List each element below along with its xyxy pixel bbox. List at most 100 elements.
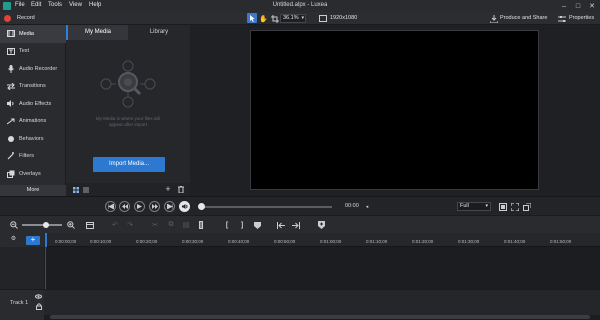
playback-scrubber[interactable] [202,206,332,208]
microphone-icon [6,64,15,73]
sidebar-item-audio-effects[interactable]: Audio Effects [0,95,66,113]
zoom-out-icon[interactable] [9,220,19,230]
behaviors-icon [6,135,15,143]
sidebar-item-label: Overlays [19,170,41,177]
resolution-icon[interactable] [318,14,327,23]
sidebar-item-filters[interactable]: Filters [0,148,66,166]
more-tools-button[interactable]: More [0,185,66,196]
maximize-button[interactable]: □ [571,0,585,12]
fit-screen-icon[interactable] [498,202,507,211]
ruler-gutter: ⚙ + [0,233,44,247]
import-media-button[interactable]: Import Media... [93,157,165,172]
sidebar-item-overlays[interactable]: Overlays [0,165,66,183]
sidebar-item-media[interactable]: Media [0,25,66,43]
timeline-horizontal-scrollbar[interactable] [50,315,590,319]
add-icon[interactable]: + [164,185,172,194]
step-back-icon[interactable] [105,201,116,212]
time-tick: 0:01:10;00 [366,239,388,244]
media-footer: + [66,183,190,196]
close-button[interactable]: ✕ [585,0,599,12]
add-marker-icon[interactable] [316,220,326,230]
go-to-end-icon[interactable] [291,220,301,230]
track-settings-icon[interactable]: ⚙ [10,235,17,242]
scrubber-handle[interactable] [198,203,205,210]
menu-tools[interactable]: Tools [48,2,62,8]
share-icon[interactable] [489,14,498,23]
record-button[interactable]: Record [4,14,44,23]
zoom-in-icon[interactable] [66,220,76,230]
split-icon[interactable] [196,220,206,230]
sidebar-item-label: Transitions [19,83,46,90]
properties-icon[interactable] [557,14,566,23]
sidebar-item-text[interactable]: Text [0,43,66,61]
undo-icon[interactable]: ↶ [110,220,120,230]
animation-arrow-icon [6,118,15,125]
trash-icon[interactable] [177,185,185,193]
rewind-icon[interactable] [119,201,130,212]
chevron-down-icon: ▾ [485,203,488,209]
media-placeholder-icon [98,58,158,110]
menu-edit[interactable]: Edit [31,2,41,8]
film-icon [6,30,15,38]
menu-view[interactable]: View [69,2,82,8]
sidebar-item-audio-recorder[interactable]: Audio Recorder [0,60,66,78]
time-tick: 0:01:20;00 [412,239,434,244]
paste-icon[interactable]: ▤ [181,220,191,230]
select-tool-button[interactable] [247,13,257,23]
properties-button[interactable]: Properties [569,15,594,21]
mark-in-icon[interactable]: [ [222,220,232,230]
mark-out-icon[interactable]: ] [237,220,247,230]
track-header[interactable]: Track 1 [0,289,44,320]
canvas-resolution[interactable]: 1920x1080 [330,15,357,21]
time-tick: 0:00:30;00 [182,239,204,244]
time-tick: 0:01:30;00 [458,239,480,244]
pan-tool-icon[interactable]: ✋ [259,14,268,23]
sidebar-item-behaviors[interactable]: Behaviors [0,130,66,148]
sidebar-item-label: Filters [19,153,34,160]
timeline-zoom-slider[interactable] [22,224,62,226]
list-view-icon[interactable] [82,186,89,193]
title-bar: File Edit Tools View Help Untitled.alpx … [0,0,600,12]
time-tick: 0:01:50;00 [550,239,572,244]
playhead[interactable] [45,233,47,247]
copy-icon[interactable]: ⧉ [166,220,176,230]
marker-icon[interactable] [252,220,262,230]
overlays-icon [6,170,15,178]
zoom-slider-handle[interactable] [43,222,49,228]
time-tick: 0:00:20;00 [136,239,158,244]
eye-icon[interactable] [35,293,42,299]
fast-forward-icon[interactable] [149,201,160,212]
menu-help[interactable]: Help [89,2,101,8]
sidebar-item-transitions[interactable]: Transitions [0,78,66,96]
crop-tool-icon[interactable] [270,14,279,23]
timeline-ruler[interactable]: ⚙ + 0:00:00;00 0:00:10;00 0:00:20;00 0:0… [0,233,600,247]
go-to-start-icon[interactable] [276,220,286,230]
empty-track-gutter [0,247,44,289]
cut-icon[interactable]: ✂ [150,220,160,230]
step-forward-icon[interactable] [164,201,175,212]
track-lane[interactable] [44,289,600,315]
grid-view-icon[interactable] [72,186,79,193]
produce-share-button[interactable]: Produce and Share [500,15,547,21]
time-readout: 00:00 [345,203,359,209]
time-options-icon[interactable]: ◂ [364,204,370,210]
menu-file[interactable]: File [15,2,25,8]
tab-my-media[interactable]: My Media [66,25,128,40]
preview-quality-select[interactable]: Full ▾ [457,202,491,211]
playback-controls: 00:00 ◂ Full ▾ [0,196,600,215]
redo-icon[interactable]: ↷ [125,220,135,230]
volume-icon[interactable] [179,201,190,212]
fit-timeline-icon[interactable] [85,220,95,230]
video-preview-canvas[interactable] [250,30,539,190]
time-tick: 0:01:40;00 [504,239,526,244]
add-track-button[interactable]: + [26,236,40,245]
fullscreen-icon[interactable] [510,202,519,211]
detach-canvas-icon[interactable] [522,202,531,211]
play-icon[interactable] [134,201,145,212]
sidebar-item-label: Audio Recorder [19,65,58,72]
minimize-button[interactable]: – [557,0,571,12]
tab-library[interactable]: Library [128,25,190,40]
lock-icon[interactable] [35,303,42,310]
zoom-level-select[interactable]: 36.1% ▾ [280,14,306,23]
sidebar-item-animations[interactable]: Animations [0,113,66,131]
